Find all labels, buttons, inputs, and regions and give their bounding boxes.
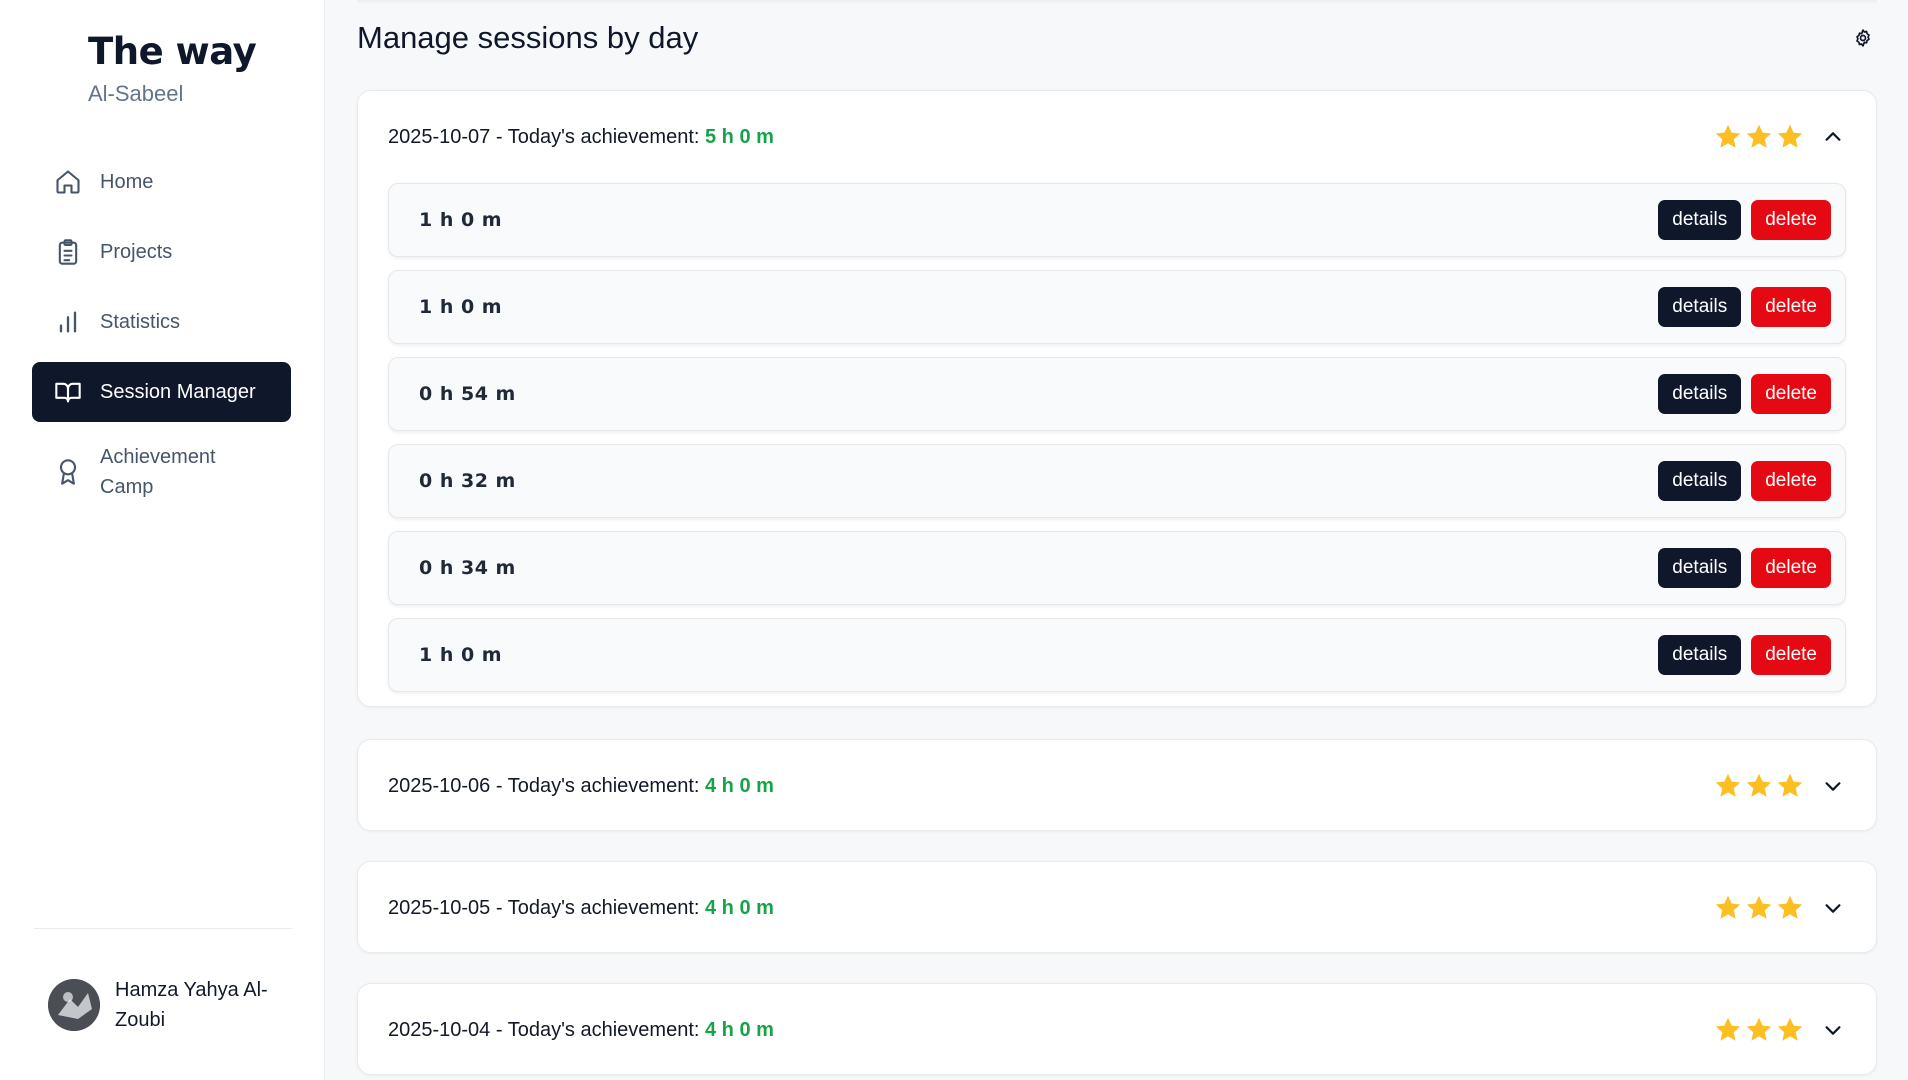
day-date: 2025-10-07 — [388, 125, 491, 148]
achievement-label: Today's achievement: — [507, 1018, 700, 1041]
star-icon — [1715, 895, 1741, 919]
star-icon — [1777, 773, 1803, 797]
sidebar-item-statistics[interactable]: Statistics — [32, 292, 291, 352]
star-icon — [1715, 124, 1741, 148]
gear-icon[interactable] — [1853, 28, 1873, 48]
sidebar-item-label: Projects — [100, 241, 173, 263]
home-icon — [54, 168, 82, 196]
sidebar: The way Al-Sabeel Home Projects Statisti… — [0, 0, 325, 1080]
day-title: 2025-10-06 - Today's achievement: 4 h 0 … — [388, 774, 774, 797]
delete-button[interactable]: delete — [1751, 635, 1831, 675]
sidebar-item-label: Session Manager — [100, 381, 256, 403]
star-rating — [1713, 893, 1806, 923]
day-card: 2025-10-06 - Today's achievement: 4 h 0 … — [357, 739, 1877, 831]
details-button[interactable]: details — [1658, 635, 1742, 675]
session-row: 1 h 0 m details delete — [388, 183, 1846, 257]
star-icon — [1715, 773, 1741, 797]
session-duration: 0 h 54 m — [419, 383, 516, 405]
chevron-down-icon[interactable] — [1820, 895, 1846, 921]
brand-subtitle: Al-Sabeel — [88, 81, 184, 106]
details-button[interactable]: details — [1658, 287, 1742, 327]
details-button[interactable]: details — [1658, 548, 1742, 588]
star-icon — [1746, 1017, 1772, 1041]
day-date: 2025-10-06 — [388, 774, 491, 797]
session-list: 1 h 0 m details delete 1 h 0 m details d… — [358, 183, 1876, 722]
day-date: 2025-10-05 — [388, 896, 491, 919]
sidebar-item-label: Statistics — [100, 311, 181, 333]
sidebar-item-projects[interactable]: Projects — [32, 222, 291, 282]
star-rating — [1713, 1015, 1806, 1045]
book-open-icon — [54, 378, 82, 406]
session-duration: 1 h 0 m — [419, 296, 503, 318]
session-duration: 0 h 32 m — [419, 470, 516, 492]
day-card: 2025-10-05 - Today's achievement: 4 h 0 … — [357, 861, 1877, 953]
topbar-edge — [357, 0, 1877, 4]
delete-button[interactable]: delete — [1751, 287, 1831, 327]
award-icon — [54, 458, 82, 486]
delete-button[interactable]: delete — [1751, 374, 1831, 414]
clipboard-icon — [54, 238, 82, 266]
sidebar-item-session-manager[interactable]: Session Manager — [32, 362, 291, 422]
session-row: 0 h 32 m details delete — [388, 444, 1846, 518]
details-button[interactable]: details — [1658, 461, 1742, 501]
star-icon — [1746, 773, 1772, 797]
sidebar-divider — [34, 928, 292, 929]
delete-button[interactable]: delete — [1751, 548, 1831, 588]
day-header[interactable]: 2025-10-06 - Today's achievement: 4 h 0 … — [358, 740, 1876, 832]
session-row: 1 h 0 m details delete — [388, 618, 1846, 692]
session-row: 0 h 54 m details delete — [388, 357, 1846, 431]
delete-button[interactable]: delete — [1751, 461, 1831, 501]
star-icon — [1746, 124, 1772, 148]
star-icon — [1777, 895, 1803, 919]
star-icon — [1777, 124, 1803, 148]
delete-button[interactable]: delete — [1751, 200, 1831, 240]
achievement-value: 4 h 0 m — [705, 774, 774, 797]
day-card: 2025-10-07 - Today's achievement: 5 h 0 … — [357, 90, 1877, 707]
user-name: Hamza Yahya Al-Zoubi — [115, 979, 268, 1031]
achievement-value: 4 h 0 m — [705, 896, 774, 919]
session-row: 1 h 0 m details delete — [388, 270, 1846, 344]
achievement-value: 5 h 0 m — [705, 125, 774, 148]
star-rating — [1713, 122, 1806, 152]
achievement-value: 4 h 0 m — [705, 1018, 774, 1041]
day-card: 2025-10-04 - Today's achievement: 4 h 0 … — [357, 983, 1877, 1075]
session-duration: 0 h 34 m — [419, 557, 516, 579]
bar-chart-icon — [54, 308, 82, 336]
avatar — [48, 979, 100, 1031]
brand-title: The way — [88, 30, 257, 73]
star-icon — [1777, 1017, 1803, 1041]
sidebar-item-label: Home — [100, 171, 154, 193]
page-title: Manage sessions by day — [357, 20, 699, 55]
chevron-down-icon[interactable] — [1820, 1017, 1846, 1043]
day-title: 2025-10-07 - Today's achievement: 5 h 0 … — [388, 125, 774, 148]
achievement-label: Today's achievement: — [507, 774, 700, 797]
day-date: 2025-10-04 — [388, 1018, 491, 1041]
sidebar-item-label: Achievement Camp — [100, 446, 216, 498]
day-header[interactable]: 2025-10-04 - Today's achievement: 4 h 0 … — [358, 984, 1876, 1076]
chevron-down-icon[interactable] — [1820, 773, 1846, 799]
achievement-label: Today's achievement: — [507, 125, 700, 148]
details-button[interactable]: details — [1658, 374, 1742, 414]
details-button[interactable]: details — [1658, 200, 1742, 240]
session-duration: 1 h 0 m — [419, 209, 503, 231]
session-duration: 1 h 0 m — [419, 644, 503, 666]
brand: The way Al-Sabeel — [88, 30, 257, 107]
chevron-up-icon[interactable] — [1820, 124, 1846, 150]
star-icon — [1746, 895, 1772, 919]
sidebar-item-achievement-camp[interactable]: Achievement Camp — [32, 432, 291, 512]
day-title: 2025-10-05 - Today's achievement: 4 h 0 … — [388, 896, 774, 919]
day-title: 2025-10-04 - Today's achievement: 4 h 0 … — [388, 1018, 774, 1041]
day-header[interactable]: 2025-10-05 - Today's achievement: 4 h 0 … — [358, 862, 1876, 954]
star-icon — [1715, 1017, 1741, 1041]
session-row: 0 h 34 m details delete — [388, 531, 1846, 605]
achievement-label: Today's achievement: — [507, 896, 700, 919]
user-profile[interactable]: Hamza Yahya Al-Zoubi — [48, 975, 280, 1035]
day-header[interactable]: 2025-10-07 - Today's achievement: 5 h 0 … — [358, 91, 1876, 183]
sidebar-item-home[interactable]: Home — [32, 152, 291, 212]
sidebar-nav: Home Projects Statistics Session Manager… — [32, 152, 291, 522]
star-rating — [1713, 771, 1806, 801]
